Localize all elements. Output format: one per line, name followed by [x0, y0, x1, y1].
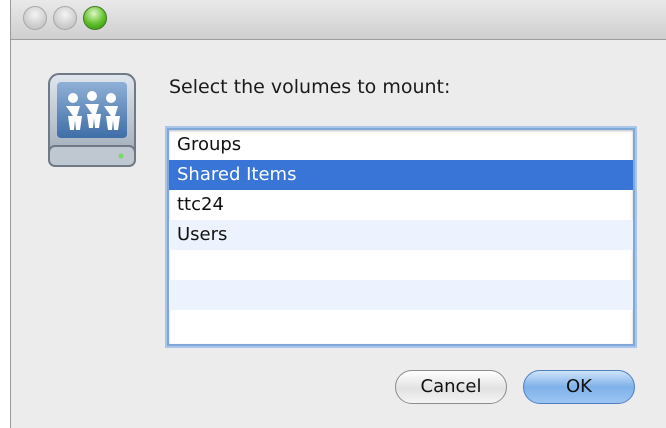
- ok-button[interactable]: OK: [523, 370, 635, 404]
- volume-item-groups[interactable]: Groups: [169, 130, 633, 160]
- zoom-button[interactable]: [83, 6, 107, 30]
- volume-list[interactable]: Groups Shared Items ttc24 Users: [167, 128, 635, 346]
- minimize-button[interactable]: [53, 6, 77, 30]
- mount-volumes-dialog: Select the volumes to mount: Groups Shar…: [10, 0, 666, 428]
- volume-item-ttc24[interactable]: ttc24: [169, 190, 633, 220]
- volume-item-users[interactable]: Users: [169, 220, 633, 250]
- empty-row: [169, 280, 633, 310]
- empty-row: [169, 250, 633, 280]
- title-bar[interactable]: [11, 0, 666, 40]
- close-button[interactable]: [23, 6, 47, 30]
- empty-row: [169, 310, 633, 340]
- dialog-prompt: Select the volumes to mount:: [169, 76, 451, 98]
- shared-network-volume-icon: [48, 73, 136, 167]
- cancel-button[interactable]: Cancel: [395, 370, 507, 404]
- volume-item-shared-items[interactable]: Shared Items: [169, 160, 633, 190]
